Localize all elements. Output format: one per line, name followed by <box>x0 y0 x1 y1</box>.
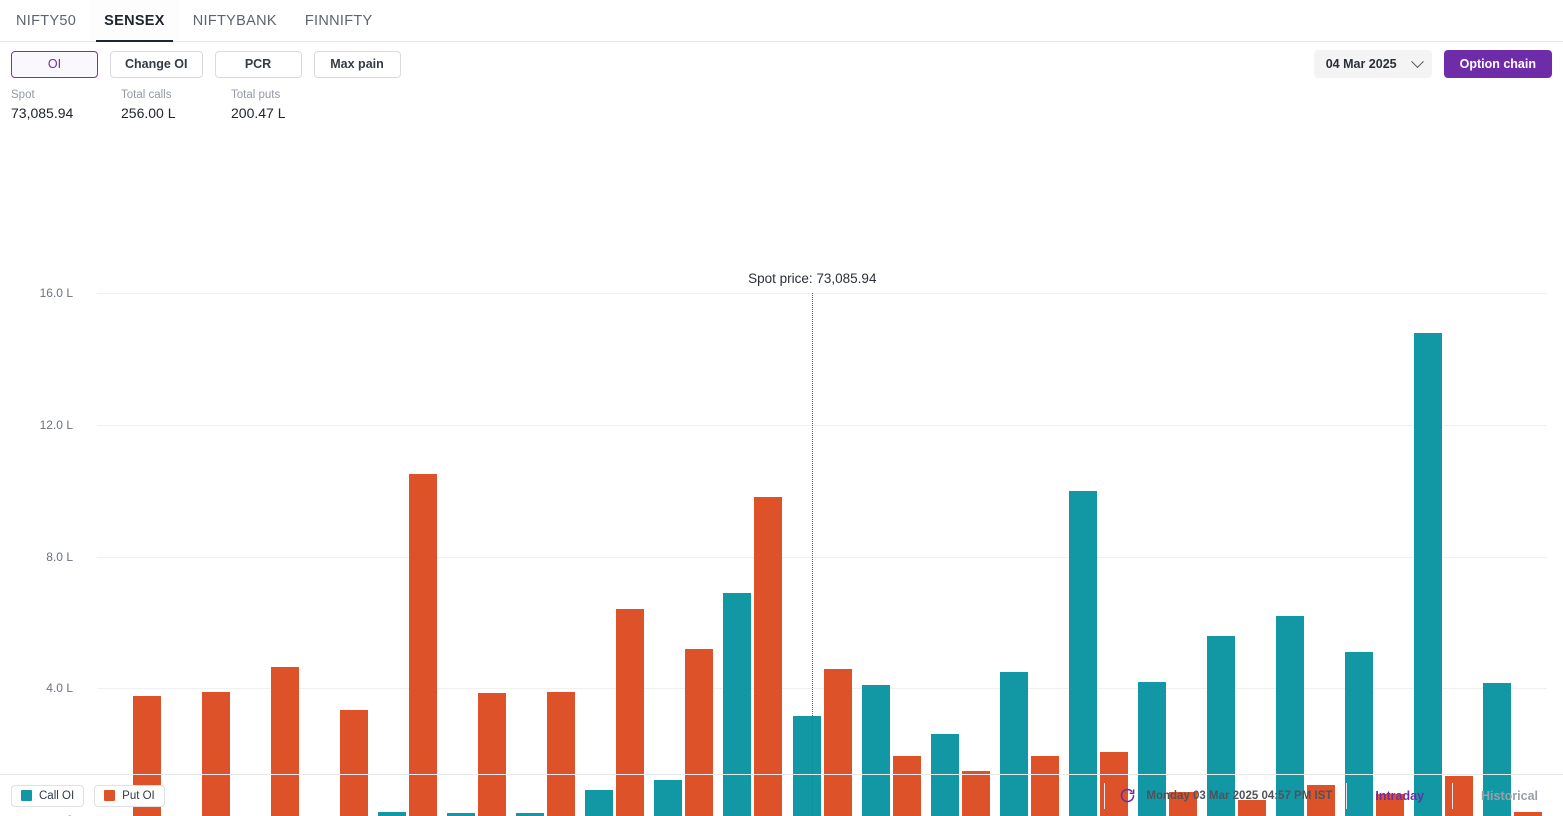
stat-total-puts-value: 200.47 L <box>231 105 286 121</box>
legend-label-call-oi: Call OI <box>39 789 75 802</box>
bar-call-oi[interactable] <box>1413 332 1442 816</box>
legend-item-call-oi[interactable]: Call OI <box>11 784 85 807</box>
footer-right: Monday 03 Mar 2025 04:57 PM IST Intraday… <box>1090 782 1552 809</box>
chart-footer: Call OI Put OI Monday 03 Mar 2025 04:57 … <box>0 774 1563 816</box>
stat-total-calls-value: 256.00 L <box>121 105 176 121</box>
footer-divider-2 <box>1346 782 1348 809</box>
stat-total-calls: Total calls 256.00 L <box>121 87 231 123</box>
mode-button-historical[interactable]: Historical <box>1467 789 1552 803</box>
tab-nifty50[interactable]: NIFTY50 <box>2 0 90 41</box>
bar-put-oi[interactable] <box>754 497 783 816</box>
metric-button-oi[interactable]: OI <box>11 50 98 78</box>
mode-button-intraday[interactable]: Intraday <box>1361 789 1438 803</box>
oi-chart: 04.0 L8.0 L12.0 L16.0 L72,10072,20072,30… <box>0 129 1563 816</box>
legend-swatch-call-oi <box>21 790 32 801</box>
stat-spot-value: 73,085.94 <box>11 105 74 121</box>
chart-gridline <box>97 293 1547 294</box>
tab-niftybank[interactable]: NIFTYBANK <box>179 0 291 41</box>
legend-label-put-oi: Put OI <box>122 789 155 802</box>
metric-button-change-oi[interactable]: Change OI <box>110 50 203 78</box>
control-row: OI Change OI PCR Max pain 04 Mar 2025 Op… <box>0 44 1563 84</box>
footer-divider-3 <box>1452 782 1454 809</box>
index-tabbar: NIFTY50 SENSEX NIFTYBANK FINNIFTY <box>0 0 1563 42</box>
chart-plot-area: 04.0 L8.0 L12.0 L16.0 L72,10072,20072,30… <box>40 271 1547 816</box>
y-axis-label: 16.0 L <box>39 286 73 300</box>
chevron-down-icon <box>1410 54 1424 68</box>
stat-total-puts: Total puts 200.47 L <box>231 87 341 123</box>
legend-swatch-put-oi <box>104 790 116 801</box>
bar-put-oi[interactable] <box>409 474 438 816</box>
y-axis-label: 8.0 L <box>46 549 73 564</box>
option-chain-button[interactable]: Option chain <box>1443 50 1552 78</box>
expiry-date-value: 04 Mar 2025 <box>1325 57 1397 71</box>
y-axis-label: 12.0 L <box>39 417 73 432</box>
chart-gridline <box>97 556 1547 558</box>
chart-gridline <box>97 424 1547 426</box>
stats-row: Spot 73,085.94 Total calls 256.00 L Tota… <box>0 84 1563 123</box>
legend-item-put-oi[interactable]: Put OI <box>94 784 165 807</box>
chart-gridline <box>97 688 1547 690</box>
refresh-icon[interactable] <box>1119 787 1136 804</box>
stat-total-calls-label: Total calls <box>121 89 172 101</box>
bar-call-oi[interactable] <box>1068 490 1097 816</box>
spot-price-line <box>812 293 814 816</box>
stat-total-puts-label: Total puts <box>231 89 281 101</box>
tab-sensex[interactable]: SENSEX <box>90 0 179 42</box>
chart-legend: Call OI Put OI <box>11 784 165 807</box>
right-controls: 04 Mar 2025 Option chain <box>1313 44 1552 84</box>
last-updated-timestamp: Monday 03 Mar 2025 04:57 PM IST <box>1146 789 1333 802</box>
expiry-date-dropdown[interactable]: 04 Mar 2025 <box>1313 50 1432 78</box>
footer-divider-1 <box>1104 782 1106 809</box>
metric-button-max-pain[interactable]: Max pain <box>313 50 401 78</box>
stat-spot: Spot 73,085.94 <box>11 87 121 123</box>
tab-finnifty[interactable]: FINNIFTY <box>291 0 387 41</box>
spot-price-annotation: Spot price: 73,085.94 <box>748 271 877 286</box>
stat-spot-label: Spot <box>11 89 35 101</box>
y-axis-label: 4.0 L <box>46 681 73 696</box>
metric-button-pcr[interactable]: PCR <box>214 50 302 78</box>
